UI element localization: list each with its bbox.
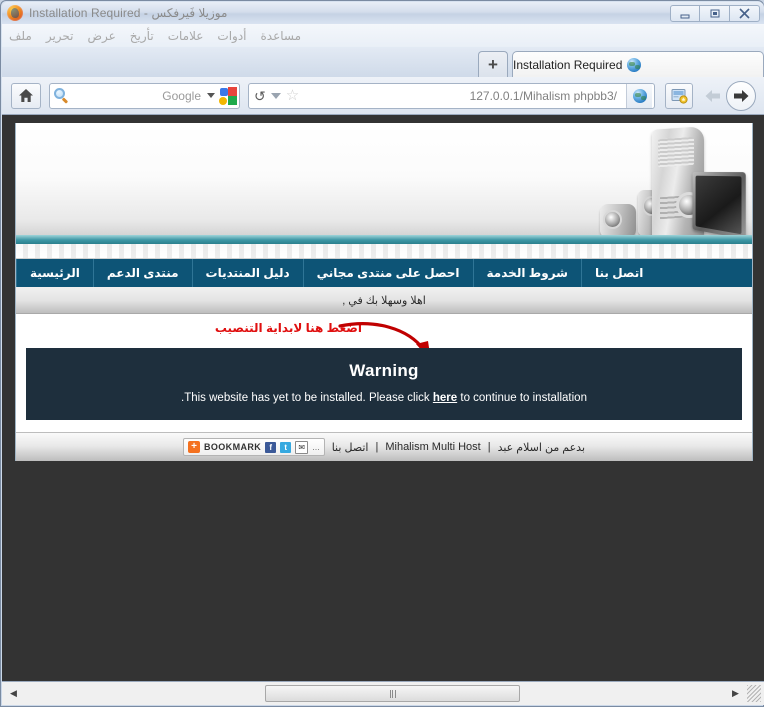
annotation-layer: اضغط هنا لابداية التنصيب xyxy=(26,314,742,361)
grip-line xyxy=(389,689,391,698)
home-icon xyxy=(19,89,33,102)
nav-item-directory[interactable]: دليل المنتديات xyxy=(191,259,303,287)
window-title: Installation Required - موزيلا فَيرفكس xyxy=(29,6,228,20)
star-bookmark-icon[interactable]: ☆ xyxy=(286,88,299,103)
footer-support-text: بدعم من اسلام عبد xyxy=(497,441,586,454)
email-icon[interactable]: ✉ xyxy=(295,440,309,454)
url-bar[interactable]: ↺ ☆ 127.0.0.1/Mihalism phpbb3/ xyxy=(248,82,655,109)
chevron-down-icon[interactable] xyxy=(207,93,215,98)
firefox-logo-icon xyxy=(7,5,23,21)
speaker-small-icon xyxy=(600,204,636,238)
footer-contact-link[interactable]: اتصل بنا xyxy=(332,441,369,454)
tab-title: Installation Required xyxy=(513,57,623,72)
nav-item-contact[interactable]: اتصل بنا xyxy=(580,259,656,287)
tab-favicon-globe-icon xyxy=(627,57,642,72)
reload-icon[interactable]: ↺ xyxy=(254,89,266,103)
warning-title: Warning xyxy=(349,361,419,380)
monitor-icon xyxy=(692,171,746,240)
menu-bar: ملف تحرير عرض تأريخ علامات أدوات مساعدة xyxy=(2,24,764,47)
url-input[interactable]: 127.0.0.1/Mihalism phpbb3/ xyxy=(304,89,621,103)
nav-item-get-free-forum[interactable]: احصل على منتدى مجاني xyxy=(302,259,473,287)
arrow-left-icon xyxy=(705,89,720,102)
grip-line xyxy=(392,689,393,698)
menu-item-bookmarks[interactable]: علامات xyxy=(161,27,211,45)
footer-separator-2: | xyxy=(375,441,379,453)
nav-arrows xyxy=(699,80,756,111)
content-viewport: الرئيسية منتدى الدعم دليل المنتديات احصل… xyxy=(2,115,764,683)
menu-item-history[interactable]: تأريخ xyxy=(123,27,161,45)
footer-separator-1: | xyxy=(487,441,491,453)
arrow-right-icon xyxy=(733,89,748,102)
computer-hardware-image xyxy=(596,123,746,244)
scroll-left-button[interactable]: ◀ xyxy=(5,685,22,702)
menu-item-help[interactable]: مساعدة xyxy=(254,27,309,45)
identity-box[interactable] xyxy=(626,83,652,108)
twitter-icon[interactable]: t xyxy=(280,441,292,453)
menu-item-tools[interactable]: أدوات xyxy=(210,27,253,45)
close-button[interactable] xyxy=(730,5,760,22)
resize-grip[interactable] xyxy=(747,685,761,702)
nav-item-home[interactable]: الرئيسية xyxy=(16,259,93,287)
search-box[interactable]: Google xyxy=(49,82,240,109)
bookmark-share-widget[interactable]: + BOOKMARK f t ✉ ... xyxy=(182,438,325,456)
new-tab-button[interactable]: + xyxy=(478,51,508,77)
menu-item-view[interactable]: عرض xyxy=(81,27,123,45)
installation-link[interactable]: here xyxy=(433,392,457,404)
browser-window: Installation Required - موزيلا فَيرفكس م… xyxy=(0,0,764,707)
tab-installation-required[interactable]: Installation Required xyxy=(512,51,764,77)
warning-box: Warning .This website has yet to be inst… xyxy=(26,348,742,420)
nav-item-terms[interactable]: شروط الخدمة xyxy=(472,259,581,287)
main-content: اضغط هنا لابداية التنصيب Warning .This w… xyxy=(16,314,752,432)
tab-strip: Installation Required + xyxy=(2,47,764,77)
annotation-text: اضغط هنا لابداية التنصيب xyxy=(214,321,362,335)
forward-button[interactable] xyxy=(726,80,756,111)
restore-button[interactable] xyxy=(700,5,730,22)
grip-line xyxy=(394,689,396,698)
globe-icon xyxy=(632,88,647,103)
banner-reflection xyxy=(16,244,752,258)
more-share-options[interactable]: ... xyxy=(312,442,320,452)
minimize-button[interactable] xyxy=(670,5,700,22)
search-engine-label: Google xyxy=(162,88,201,103)
nav-item-support[interactable]: منتدى الدعم xyxy=(92,259,192,287)
title-bar: Installation Required - موزيلا فَيرفكس xyxy=(2,2,764,24)
back-button[interactable] xyxy=(699,83,725,109)
footer-host-link[interactable]: Mihalism Multi Host xyxy=(385,441,480,453)
page-star-icon xyxy=(671,88,688,104)
web-page: الرئيسية منتدى الدعم دليل المنتديات احصل… xyxy=(15,123,753,461)
google-logo-icon xyxy=(219,86,237,105)
window-controls xyxy=(670,5,760,22)
horizontal-scrollbar[interactable]: ◀ ▶ xyxy=(2,681,764,705)
warning-message-after: to continue to installation xyxy=(460,392,587,404)
bookmark-label: BOOKMARK xyxy=(203,442,262,452)
banner-accent-stripe xyxy=(16,235,752,244)
feed-subscribe-button[interactable] xyxy=(665,82,693,109)
navigation-toolbar: Google ↺ ☆ 127.0.0.1/Mihalism phpbb3/ xyxy=(2,77,764,115)
scroll-track[interactable] xyxy=(25,685,724,702)
scroll-thumb[interactable] xyxy=(265,685,520,702)
warning-message-before: .This website has yet to be installed. P… xyxy=(181,392,430,404)
site-header-banner xyxy=(16,123,752,259)
welcome-bar: اهلا وسهلا بك في , xyxy=(16,287,752,314)
warning-message: .This website has yet to be installed. P… xyxy=(36,392,732,404)
menu-item-edit[interactable]: تحرير xyxy=(39,27,81,45)
facebook-icon[interactable]: f xyxy=(265,441,277,453)
menu-item-file[interactable]: ملف xyxy=(2,27,39,45)
bookmark-plus-icon: + xyxy=(187,441,200,453)
chevron-down-icon[interactable] xyxy=(270,92,281,99)
scroll-right-button[interactable]: ▶ xyxy=(727,685,744,702)
site-navigation: الرئيسية منتدى الدعم دليل المنتديات احصل… xyxy=(16,259,752,287)
home-button[interactable] xyxy=(11,82,41,109)
magnifier-icon xyxy=(54,88,69,104)
site-footer: بدعم من اسلام عبد | Mihalism Multi Host … xyxy=(16,432,752,461)
